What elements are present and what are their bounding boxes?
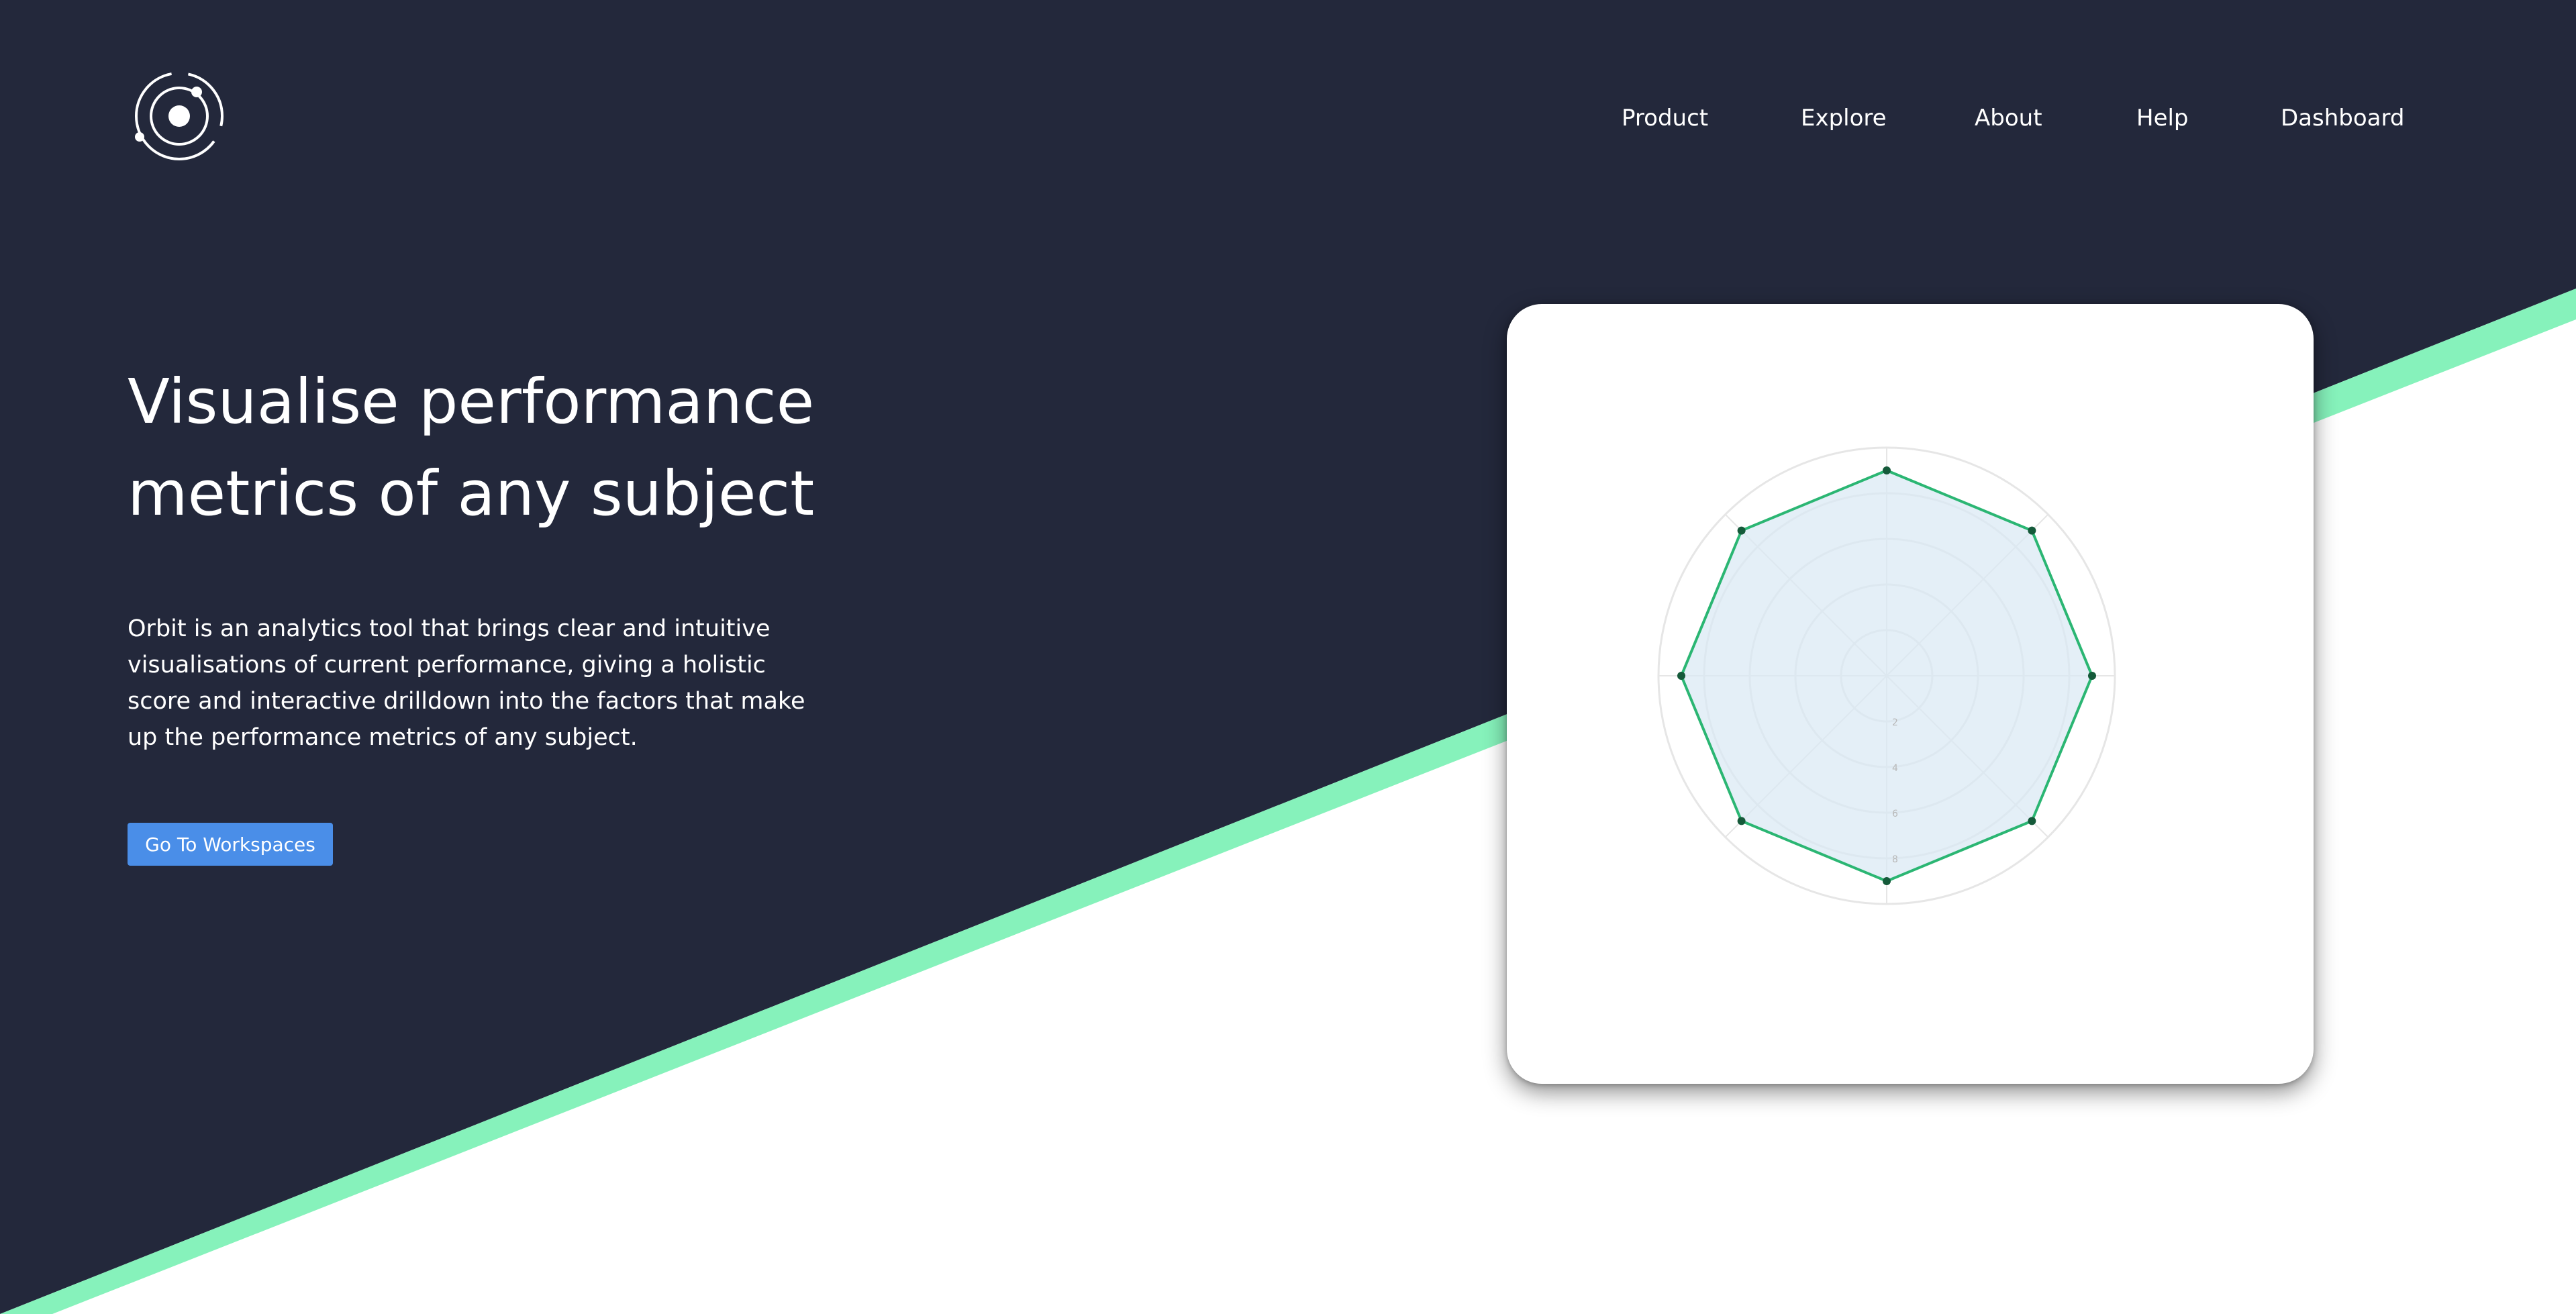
radar-data-point xyxy=(1737,526,1746,535)
radar-chart-card: 2 4 6 8 xyxy=(1507,304,2314,1084)
landing-page: Product Explore About Help Dashboard Vis… xyxy=(0,0,2576,1314)
nav-item-product[interactable]: Product xyxy=(1622,102,1708,134)
top-navigation: Product Explore About Help Dashboard xyxy=(0,102,2576,134)
radar-chart: 2 4 6 8 xyxy=(1657,446,2116,905)
hero-description: Orbit is an analytics tool that brings c… xyxy=(128,615,805,751)
hero-title-line-1: Visualise performance xyxy=(128,366,815,438)
radar-data-point xyxy=(2028,817,2036,825)
radar-data-point xyxy=(1883,877,1891,885)
nav-item-explore[interactable]: Explore xyxy=(1801,102,1887,134)
nav-item-about[interactable]: About xyxy=(1975,102,2042,134)
radar-tick-label: 8 xyxy=(1892,854,1898,865)
radar-tick-label: 4 xyxy=(1892,763,1898,774)
radar-data-point xyxy=(2028,526,2036,535)
radar-data-point xyxy=(1677,672,1685,680)
radar-data-point xyxy=(1883,466,1891,474)
radar-data-point xyxy=(2088,672,2096,680)
go-to-workspaces-button[interactable]: Go To Workspaces xyxy=(128,823,333,866)
hero-title: Visualise performance metrics of any sub… xyxy=(128,356,933,540)
radar-data-point xyxy=(1737,817,1746,825)
radar-tick-label: 2 xyxy=(1892,717,1898,728)
radar-tick-label: 6 xyxy=(1892,809,1898,819)
nav-item-dashboard[interactable]: Dashboard xyxy=(2281,102,2404,134)
nav-item-help[interactable]: Help xyxy=(2136,102,2189,134)
hero-title-line-2: metrics of any subject xyxy=(128,458,815,529)
